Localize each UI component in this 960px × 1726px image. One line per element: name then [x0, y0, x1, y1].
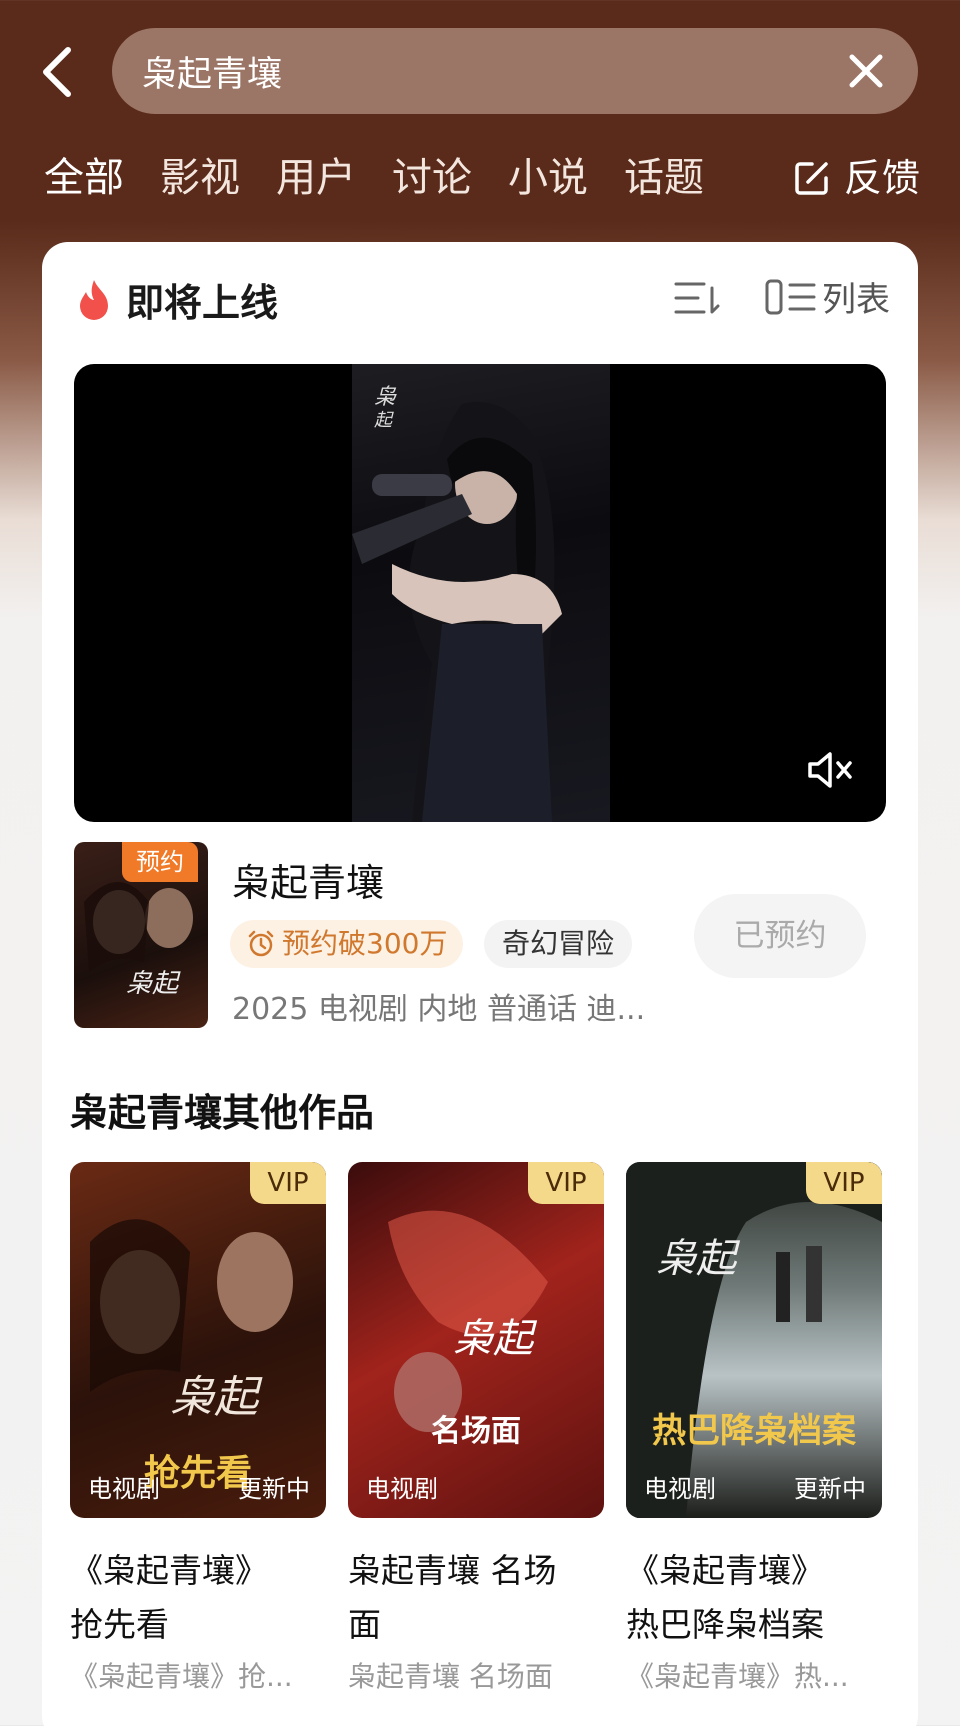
list-view-button[interactable]: 列表 [764, 272, 890, 321]
mute-icon[interactable] [806, 748, 856, 792]
drama-title[interactable]: 枭起青壤 [232, 852, 384, 907]
work-title-line: 热巴降枭档案 [626, 1605, 824, 1644]
svg-text:起: 起 [374, 410, 394, 431]
type-tag: 电视剧 [366, 1475, 438, 1503]
vip-badge: VIP [250, 1162, 326, 1204]
svg-text:枭起: 枭起 [656, 1236, 741, 1282]
work-cover: 枭起 VIP 抢先看 电视剧 更新中 [70, 1162, 326, 1518]
work-card[interactable]: 枭起 VIP 热巴降枭档案 电视剧 更新中 《枭起青壤》 热巴降枭档案 《枭起青… [626, 1162, 882, 1702]
section-header: 即将上线 [74, 272, 278, 327]
tab-discussion[interactable]: 讨论 [392, 148, 472, 208]
work-cover-image: 枭起 [626, 1162, 882, 1518]
work-card[interactable]: 枭起 VIP 抢先看 电视剧 更新中 《枭起青壤》 抢先看 《枭起青壤》抢... [70, 1162, 326, 1702]
tab-novel[interactable]: 小说 [508, 148, 588, 208]
list-view-label: 列表 [822, 280, 890, 320]
cover-text: 名场面 [431, 1414, 521, 1449]
back-button[interactable] [36, 44, 80, 100]
trailer-video[interactable]: 枭 起 [74, 364, 886, 822]
tab-all[interactable]: 全部 [44, 148, 124, 208]
svg-text:枭: 枭 [374, 385, 397, 410]
type-tag: 电视剧 [644, 1475, 716, 1503]
svg-text:枭起: 枭起 [170, 1372, 263, 1423]
work-cover-image: 枭起 [388, 1210, 548, 1432]
drama-meta: 2025 电视剧 内地 普通话 迪... [232, 992, 646, 1027]
work-title-line: 枭起青壤 名场 [348, 1551, 557, 1590]
edit-icon [795, 162, 828, 195]
drama-poster[interactable]: 枭起 预约 [74, 842, 208, 1028]
feedback-label: 反馈 [843, 156, 920, 200]
close-icon[interactable] [844, 49, 888, 93]
search-input[interactable]: 枭起青壤 [142, 46, 844, 97]
work-cover: 枭起 VIP 热巴降枭档案 电视剧 更新中 [626, 1162, 882, 1518]
work-card[interactable]: 枭起 VIP 名场面 电视剧 枭起青壤 名场 面 枭起青壤 名场面 [348, 1162, 604, 1702]
work-subtitle: 《枭起青壤》抢... [70, 1660, 293, 1693]
genre-tag[interactable]: 奇幻冒险 [484, 920, 633, 968]
upcoming-card: 即将上线 列表 枭 起 枭起 预约 枭起青壤 预约破300万 奇幻冒险 2025… [42, 242, 918, 1726]
work-subtitle: 枭起青壤 名场面 [348, 1660, 553, 1693]
list-view-icon [765, 279, 816, 314]
status-tag: 更新中 [238, 1475, 310, 1503]
work-title: 《枭起青壤》 抢先看 [70, 1544, 326, 1652]
work-title-line: 面 [348, 1605, 381, 1644]
category-tabs: 全部 影视 用户 讨论 小说 话题 反馈 [44, 148, 924, 208]
trailer-poster: 枭 起 [352, 364, 610, 822]
work-title: 《枭起青壤》 热巴降枭档案 [626, 1544, 882, 1652]
work-title-line: 《枭起青壤》 [70, 1551, 268, 1590]
alarm-clock-icon [248, 930, 274, 957]
work-title-line: 《枭起青壤》 [626, 1551, 824, 1590]
vip-badge: VIP [806, 1162, 882, 1204]
tab-video[interactable]: 影视 [160, 148, 240, 208]
work-cover: 枭起 VIP 名场面 电视剧 [348, 1162, 604, 1518]
tab-topic[interactable]: 话题 [624, 148, 704, 208]
feedback-button[interactable]: 反馈 [792, 148, 920, 208]
other-works-title: 枭起青壤其他作品 [70, 1091, 375, 1135]
sort-icon[interactable] [672, 276, 720, 320]
type-tag: 电视剧 [88, 1475, 160, 1503]
booked-button[interactable]: 已预约 [694, 894, 866, 978]
search-bar[interactable]: 枭起青壤 [112, 28, 918, 114]
reservation-count-badge: 预约破300万 [230, 920, 464, 968]
reservation-count-label: 预约破300万 [282, 927, 448, 960]
svg-text:枭起: 枭起 [453, 1316, 538, 1362]
trailer-figure-image: 枭 起 [352, 385, 562, 822]
chevron-left-icon [43, 47, 71, 97]
vip-badge: VIP [528, 1162, 604, 1204]
svg-text:枭起: 枭起 [126, 969, 181, 999]
work-title: 枭起青壤 名场 面 [348, 1544, 604, 1652]
cover-text: 热巴降枭档案 [652, 1411, 856, 1451]
reserve-tag: 预约 [122, 842, 198, 882]
fire-icon [80, 279, 108, 320]
section-title: 即将上线 [126, 281, 279, 325]
tab-users[interactable]: 用户 [276, 148, 356, 208]
status-tag: 更新中 [794, 1475, 866, 1503]
work-title-line: 抢先看 [70, 1605, 169, 1644]
work-subtitle: 《枭起青壤》热... [626, 1660, 849, 1693]
